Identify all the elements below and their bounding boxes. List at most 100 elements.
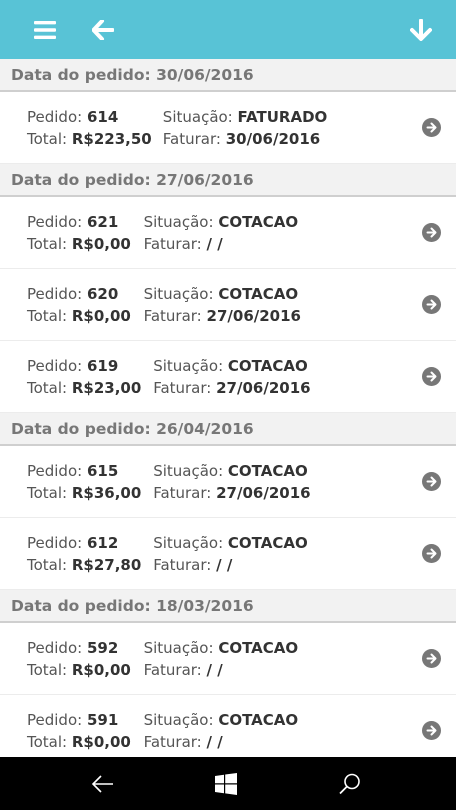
chevron-right-circle-icon[interactable] [422, 649, 441, 668]
system-nav-bar [0, 757, 456, 810]
order-status: COTACAO [227, 462, 308, 480]
order-total-label: Total: [27, 379, 68, 397]
arrow-down-icon [410, 18, 432, 41]
order-row[interactable]: Pedido: 592 Situação: COTACAO Total: R$0,0… [0, 623, 456, 695]
order-date-header: Data do pedido: 26/04/2016 [0, 413, 456, 446]
search-icon [339, 773, 360, 794]
order-total-label: Total: [27, 556, 68, 574]
order-status-label: Situação: [153, 534, 224, 552]
order-number: 591 [86, 711, 119, 729]
back-button[interactable] [78, 0, 128, 59]
arrow-left-icon [92, 19, 114, 40]
order-number-label: Pedido: [27, 108, 83, 126]
order-number: 615 [86, 462, 119, 480]
chevron-right-circle-icon[interactable] [422, 544, 441, 563]
orders-list[interactable]: Data do pedido: 30/06/2016 Pedido: 614 Sit… [0, 59, 456, 757]
order-status: COTACAO [218, 711, 299, 729]
invoice-date-label: Faturar: [143, 307, 202, 325]
order-status: COTACAO [218, 213, 299, 231]
order-row[interactable]: Pedido: 591 Situação: COTACAO Total: R$0,0… [0, 695, 456, 757]
chevron-right-circle-icon[interactable] [422, 223, 441, 242]
order-total-label: Total: [27, 733, 68, 751]
order-total: R$36,00 [71, 484, 142, 502]
order-date-label: Data do pedido: 18/03/2016 [11, 596, 254, 615]
order-total: R$0,00 [71, 235, 131, 253]
order-status: FATURADO [237, 108, 328, 126]
back-arrow-icon [91, 774, 113, 793]
chevron-right-circle-icon[interactable] [422, 295, 441, 314]
order-status-label: Situação: [153, 462, 224, 480]
order-number-label: Pedido: [27, 285, 83, 303]
order-date-header: Data do pedido: 30/06/2016 [0, 59, 456, 92]
order-date-label: Data do pedido: 30/06/2016 [11, 65, 254, 84]
invoice-date-label: Faturar: [143, 733, 202, 751]
order-status: COTACAO [227, 357, 308, 375]
download-button[interactable] [396, 0, 446, 59]
order-total-label: Total: [27, 130, 68, 148]
invoice-date-label: Faturar: [153, 379, 212, 397]
order-total-label: Total: [27, 307, 68, 325]
order-row[interactable]: Pedido: 612 Situação: COTACAO Total: R$27,… [0, 518, 456, 590]
order-row[interactable]: Pedido: 614 Situação: FATURADO Total: R$22… [0, 92, 456, 164]
order-number-label: Pedido: [27, 711, 83, 729]
order-number: 612 [86, 534, 119, 552]
order-total: R$0,00 [71, 661, 131, 679]
order-status-label: Situação: [153, 357, 224, 375]
invoice-date-label: Faturar: [143, 661, 202, 679]
order-status-label: Situação: [143, 639, 214, 657]
order-date-label: Data do pedido: 27/06/2016 [11, 170, 254, 189]
order-number-label: Pedido: [27, 213, 83, 231]
order-number-label: Pedido: [27, 639, 83, 657]
invoice-date-label: Faturar: [143, 235, 202, 253]
chevron-right-circle-icon[interactable] [422, 367, 441, 386]
order-row[interactable]: Pedido: 615 Situação: COTACAO Total: R$36,… [0, 446, 456, 518]
system-search-button[interactable] [320, 757, 380, 810]
invoice-date: / / [206, 733, 223, 751]
order-row[interactable]: Pedido: 619 Situação: COTACAO Total: R$23,… [0, 341, 456, 413]
order-number: 592 [86, 639, 119, 657]
invoice-date-label: Faturar: [162, 130, 221, 148]
order-total: R$0,00 [71, 733, 131, 751]
order-status: COTACAO [227, 534, 308, 552]
order-status-label: Situação: [143, 711, 214, 729]
order-row[interactable]: Pedido: 621 Situação: COTACAO Total: R$0,0… [0, 197, 456, 269]
order-total: R$223,50 [71, 130, 152, 148]
order-number-label: Pedido: [27, 357, 83, 375]
order-status-label: Situação: [162, 108, 233, 126]
invoice-date: / / [206, 661, 223, 679]
system-home-button[interactable] [196, 757, 256, 810]
order-total: R$0,00 [71, 307, 131, 325]
invoice-date: 27/06/2016 [206, 307, 301, 325]
order-status-label: Situação: [143, 213, 214, 231]
invoice-date-label: Faturar: [153, 556, 212, 574]
order-date-header: Data do pedido: 18/03/2016 [0, 590, 456, 623]
order-total-label: Total: [27, 484, 68, 502]
windows-logo-icon [215, 772, 237, 795]
chevron-right-circle-icon[interactable] [422, 118, 441, 137]
order-total: R$23,00 [71, 379, 142, 397]
order-status: COTACAO [218, 285, 299, 303]
order-number: 620 [86, 285, 119, 303]
order-date-header: Data do pedido: 27/06/2016 [0, 164, 456, 197]
system-back-button[interactable] [73, 757, 133, 810]
order-row[interactable]: Pedido: 620 Situação: COTACAO Total: R$0,0… [0, 269, 456, 341]
invoice-date: / / [216, 556, 233, 574]
chevron-right-circle-icon[interactable] [422, 721, 441, 740]
invoice-date: 30/06/2016 [225, 130, 321, 148]
invoice-date: / / [206, 235, 223, 253]
hamburger-menu-icon [34, 20, 56, 39]
invoice-date: 27/06/2016 [216, 484, 311, 502]
invoice-date: 27/06/2016 [216, 379, 311, 397]
chevron-right-circle-icon[interactable] [422, 472, 441, 491]
order-status: COTACAO [218, 639, 299, 657]
app-header [0, 0, 456, 59]
order-number: 621 [86, 213, 119, 231]
order-number: 614 [86, 108, 119, 126]
order-total: R$27,80 [71, 556, 142, 574]
order-status-label: Situação: [143, 285, 214, 303]
order-total-label: Total: [27, 661, 68, 679]
order-total-label: Total: [27, 235, 68, 253]
menu-button[interactable] [20, 0, 70, 59]
order-number: 619 [86, 357, 119, 375]
invoice-date-label: Faturar: [153, 484, 212, 502]
